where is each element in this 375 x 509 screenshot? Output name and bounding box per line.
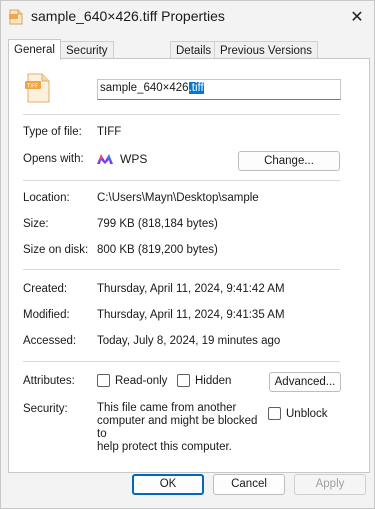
created-value: Thursday, April 11, 2024, 9:41:42 AM <box>97 283 285 295</box>
security-message: This file came from another computer and… <box>97 402 267 454</box>
size-label: Size: <box>23 218 49 230</box>
title-bar: sample_640×426.tiff Properties ✕ <box>1 1 374 33</box>
ok-button[interactable]: OK <box>132 474 204 495</box>
advanced-button[interactable]: Advanced... <box>269 372 341 392</box>
svg-text:TIFF: TIFF <box>26 84 38 90</box>
filename-input[interactable]: sample_640×426.tiff <box>97 79 341 100</box>
unblock-label: Unblock <box>286 407 328 420</box>
location-label: Location: <box>23 192 70 204</box>
properties-window: sample_640×426.tiff Properties ✕ General… <box>0 0 375 509</box>
security-label: Security: <box>23 403 68 415</box>
opens-with-label: Opens with: <box>23 153 84 165</box>
accessed-label: Accessed: <box>23 335 77 347</box>
size-value: 799 KB (818,184 bytes) <box>97 218 218 230</box>
type-of-file-value: TIFF <box>97 126 122 138</box>
security-text-line: This file came from another <box>97 402 237 414</box>
tiff-file-icon <box>9 9 23 25</box>
window-title: sample_640×426.tiff Properties <box>31 8 225 24</box>
separator <box>23 361 340 362</box>
opens-with-value: WPS <box>120 152 148 166</box>
security-text-line: computer and might be blocked to <box>97 415 258 440</box>
separator <box>23 180 340 181</box>
attributes-label: Attributes: <box>23 375 75 387</box>
wps-app-icon <box>97 154 113 164</box>
hidden-label: Hidden <box>195 374 232 387</box>
readonly-label: Read-only <box>115 374 168 387</box>
close-icon: ✕ <box>350 9 364 26</box>
size-on-disk-value: 800 KB (819,200 bytes) <box>97 244 218 256</box>
general-panel: TIFF sample_640×426.tiff Type of file: T… <box>8 58 370 473</box>
modified-value: Thursday, April 11, 2024, 9:41:35 AM <box>97 309 285 321</box>
location-value: C:\Users\Mayn\Desktop\sample <box>97 192 259 204</box>
size-on-disk-label: Size on disk: <box>23 244 89 256</box>
checkbox-box <box>97 374 110 387</box>
tab-general[interactable]: General <box>8 39 61 60</box>
tiff-file-icon-large: TIFF <box>25 73 50 103</box>
separator <box>23 269 340 270</box>
checkbox-box <box>177 374 190 387</box>
cancel-button[interactable]: Cancel <box>213 474 285 495</box>
modified-label: Modified: <box>23 309 70 321</box>
tab-bar: General Security Details Previous Versio… <box>8 39 368 60</box>
close-button[interactable]: ✕ <box>344 5 370 29</box>
change-button[interactable]: Change... <box>238 151 340 171</box>
accessed-value: Today, July 8, 2024, 19 minutes ago <box>97 335 281 347</box>
hidden-checkbox[interactable]: Hidden <box>177 374 231 387</box>
checkbox-box <box>268 407 281 420</box>
readonly-checkbox[interactable]: Read-only <box>97 374 167 387</box>
security-text-line: help protect this computer. <box>97 441 232 453</box>
separator <box>23 114 340 115</box>
filename-extension-selected: .tiff <box>188 82 204 94</box>
apply-button[interactable]: Apply <box>294 474 366 495</box>
created-label: Created: <box>23 283 68 295</box>
unblock-checkbox[interactable]: Unblock <box>268 407 328 420</box>
filename-base: sample_640×426 <box>100 82 189 94</box>
type-of-file-label: Type of file: <box>23 126 82 138</box>
